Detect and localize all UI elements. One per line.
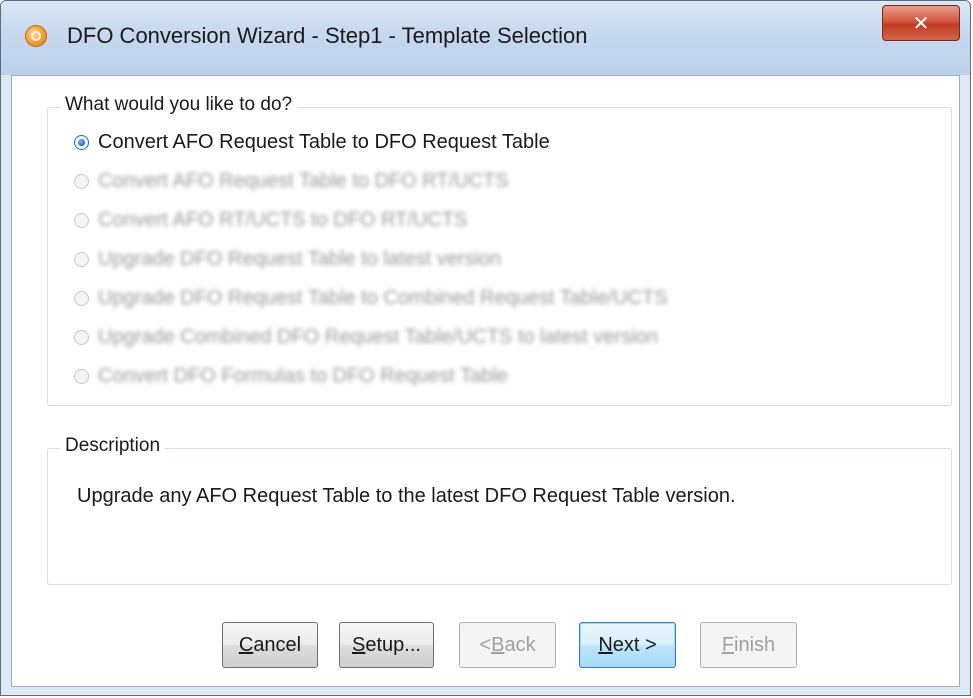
radio-button bbox=[74, 173, 89, 189]
option-label: Convert AFO Request Table to DFO Request… bbox=[98, 130, 550, 153]
option-label: Convert AFO RT/UCTS to DFO RT/UCTS bbox=[98, 208, 468, 231]
option-label: Upgrade Combined DFO Request Table/UCTS … bbox=[98, 325, 658, 348]
option-convert-afo-rt-to-dfo-rtucts: Convert AFO Request Table to DFO RT/UCTS bbox=[74, 167, 509, 195]
option-convert-afo-rtucts-to-dfo-rtucts: Convert AFO RT/UCTS to DFO RT/UCTS bbox=[74, 206, 467, 234]
options-group-legend: What would you like to do? bbox=[60, 94, 298, 116]
option-convert-dfo-formulas: Convert DFO Formulas to DFO Request Tabl… bbox=[74, 362, 508, 390]
option-label: Upgrade DFO Request Table to latest vers… bbox=[98, 247, 502, 270]
option-label: Convert AFO Request Table to DFO RT/UCTS bbox=[98, 169, 509, 192]
description-group: Description Upgrade any AFO Request Tabl… bbox=[47, 435, 952, 585]
wizard-window: DFO Conversion Wizard - Step1 - Template… bbox=[0, 0, 971, 696]
wizard-content: What would you like to do? Convert AFO R… bbox=[11, 75, 960, 687]
close-icon: ✕ bbox=[912, 11, 930, 35]
option-upgrade-combined-latest: Upgrade Combined DFO Request Table/UCTS … bbox=[74, 323, 658, 351]
option-label: Convert DFO Formulas to DFO Request Tabl… bbox=[98, 364, 508, 387]
cancel-button[interactable]: Cancel bbox=[222, 622, 318, 668]
radio-button bbox=[74, 251, 89, 267]
next-button[interactable]: Next > bbox=[579, 622, 676, 668]
options-group: What would you like to do? Convert AFO R… bbox=[47, 94, 952, 406]
radio-button bbox=[74, 212, 89, 228]
radio-button bbox=[74, 329, 89, 345]
option-convert-afo-rt-to-dfo-rt[interactable]: Convert AFO Request Table to DFO Request… bbox=[74, 128, 550, 156]
close-button[interactable]: ✕ bbox=[882, 5, 960, 41]
option-label: Upgrade DFO Request Table to Combined Re… bbox=[98, 286, 668, 309]
radio-button bbox=[74, 368, 89, 384]
description-text: Upgrade any AFO Request Table to the lat… bbox=[77, 485, 736, 507]
finish-button: Finish bbox=[700, 622, 797, 668]
setup-button[interactable]: Setup... bbox=[339, 622, 434, 668]
option-upgrade-dfo-rt-combined: Upgrade DFO Request Table to Combined Re… bbox=[74, 284, 668, 312]
app-logo-icon bbox=[25, 25, 47, 47]
back-button: < Back bbox=[459, 622, 556, 668]
option-upgrade-dfo-rt-latest: Upgrade DFO Request Table to latest vers… bbox=[74, 245, 501, 273]
description-group-legend: Description bbox=[60, 435, 166, 457]
radio-button-selected[interactable] bbox=[74, 134, 89, 150]
title-bar[interactable]: DFO Conversion Wizard - Step1 - Template… bbox=[1, 1, 970, 75]
radio-button bbox=[74, 290, 89, 306]
window-title: DFO Conversion Wizard - Step1 - Template… bbox=[67, 23, 588, 48]
